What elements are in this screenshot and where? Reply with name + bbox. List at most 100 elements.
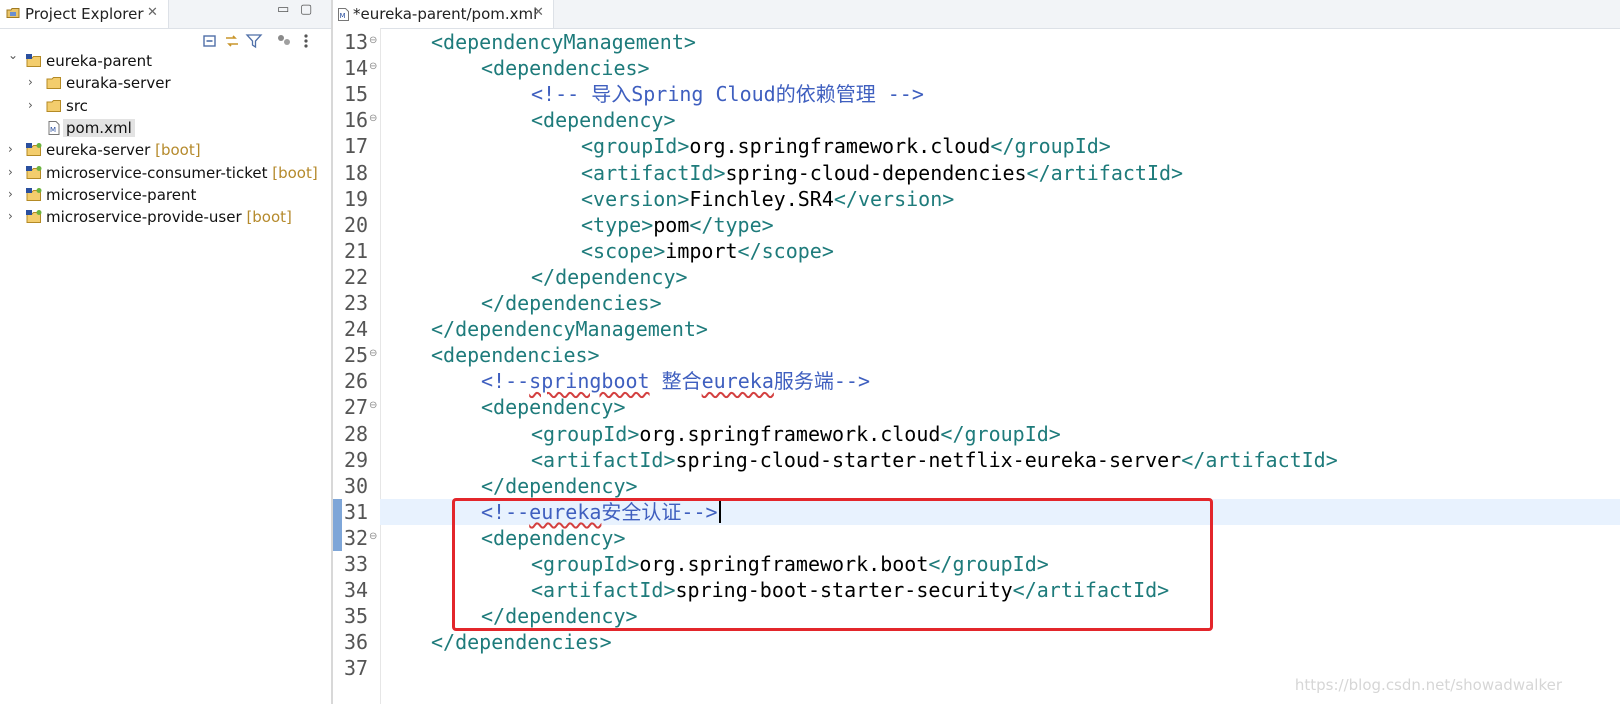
chevron-right-icon[interactable]: › xyxy=(8,165,13,179)
code-line[interactable]: </dependencyManagement> xyxy=(380,316,1620,342)
code-line-text: <dependencyManagement> xyxy=(431,29,696,55)
fold-toggle-icon[interactable]: ⊖ xyxy=(369,531,377,542)
fold-toggle-icon[interactable]: ⊖ xyxy=(369,113,377,124)
change-marker xyxy=(333,524,342,551)
chevron-right-icon[interactable]: › xyxy=(8,187,13,201)
code-line-text: <dependency> xyxy=(531,107,676,133)
folder-icon xyxy=(46,99,61,112)
xml-text: org.springframework.cloud xyxy=(689,134,991,159)
xml-tag: </dependency> xyxy=(531,264,688,289)
line-number-gutter[interactable]: 13 ⊖ 14 ⊖ 15 16 ⊖ 17 18 19 20 21 22 23 24 25 ⊖ 26 27 ⊖ 28 29 3… xyxy=(333,28,381,704)
fold-toggle-icon[interactable]: ⊖ xyxy=(369,35,377,46)
tree-item-name: pom.xml xyxy=(66,118,132,137)
code-line[interactable]: <!-- 导入Spring Cloud的依赖管理 --> xyxy=(380,81,1620,107)
code-line[interactable]: <type>pom</type> xyxy=(380,212,1620,238)
tree-item-label: microservice-parent xyxy=(46,186,196,204)
code-line[interactable]: <dependencies> xyxy=(380,55,1620,81)
code-line-text: <scope>import</scope> xyxy=(581,238,834,264)
xml-comment: 服务端--> xyxy=(773,369,871,394)
line-number: 34 xyxy=(344,578,369,603)
code-line[interactable]: <!--springboot 整合eureka服务端--> xyxy=(380,368,1620,394)
pom-xml-editor: M *eureka-parent/pom.xml ✕ 13 ⊖ 14 ⊖ 15 16 ⊖ 17… xyxy=(333,0,1620,704)
code-line-text: <groupId>org.springframework.boot</group… xyxy=(531,551,1049,577)
view-menu-icon[interactable] xyxy=(297,32,315,50)
tree-item[interactable]: Mpom.xml xyxy=(0,117,331,139)
code-line-text: <groupId>org.springframework.cloud</grou… xyxy=(531,421,1061,447)
folder-icon xyxy=(46,77,61,90)
chevron-right-icon[interactable]: › xyxy=(8,209,13,223)
code-line[interactable]: <groupId>org.springframework.cloud</grou… xyxy=(380,133,1620,159)
tree-item[interactable]: › microservice-provide-user [boot] xyxy=(0,206,331,228)
maximize-icon[interactable]: ▢ xyxy=(300,2,312,17)
code-line[interactable]: </dependency> xyxy=(380,473,1620,499)
tree-item-label: microservice-provide-user [boot] xyxy=(46,208,292,226)
minimize-icon[interactable]: ▭ xyxy=(277,2,289,17)
code-line[interactable]: <dependencyManagement> xyxy=(380,29,1620,55)
code-line-text: <dependency> xyxy=(481,525,626,551)
code-line-text: <version>Finchley.SR4</version> xyxy=(581,186,954,212)
xml-tag: <dependency> xyxy=(531,108,676,133)
code-line[interactable]: <groupId>org.springframework.cloud</grou… xyxy=(380,421,1620,447)
code-line[interactable]: </dependency> xyxy=(380,603,1620,629)
xml-text: import xyxy=(665,238,738,263)
code-line-text: <type>pom</type> xyxy=(581,212,774,238)
code-line[interactable]: <scope>import</scope> xyxy=(380,238,1620,264)
code-line-text: <!--eureka安全认证--> xyxy=(481,499,718,525)
xml-tag: <groupId> xyxy=(531,421,640,446)
watermark: https://blog.csdn.net/showadwalker xyxy=(1294,676,1562,694)
project-icon xyxy=(26,54,41,67)
xml-tag: <type> xyxy=(581,212,654,237)
tree-item[interactable]: › euraka-server xyxy=(0,72,331,94)
xml-tag: </groupId> xyxy=(928,552,1049,576)
filter-icon[interactable] xyxy=(245,32,263,50)
tree-item[interactable]: › eureka-server [boot] xyxy=(0,139,331,161)
code-line-text: <groupId>org.springframework.cloud</grou… xyxy=(581,133,1111,159)
collapse-all-icon[interactable] xyxy=(201,32,219,50)
code-line[interactable]: <groupId>org.springframework.boot</group… xyxy=(380,551,1620,577)
xml-file-icon: M xyxy=(338,8,349,21)
line-number: 18 xyxy=(344,160,369,185)
close-icon[interactable]: ✕ xyxy=(533,5,544,20)
tree-item-name: euraka-server xyxy=(66,74,171,93)
code-line[interactable]: <dependency> xyxy=(380,525,1620,551)
fold-toggle-icon[interactable]: ⊖ xyxy=(369,61,377,72)
code-line[interactable]: <dependencies> xyxy=(380,342,1620,368)
code-line[interactable]: </dependencies> xyxy=(380,629,1620,655)
group-icon[interactable] xyxy=(275,32,293,50)
tree-item[interactable]: ⌄ eureka-parent xyxy=(0,48,331,72)
boot-decoration: [boot] xyxy=(155,141,201,160)
tree-item[interactable]: › microservice-parent xyxy=(0,184,331,206)
tab-label: Project Explorer xyxy=(25,5,144,23)
editor-tab-bar: M *eureka-parent/pom.xml ✕ xyxy=(333,0,1620,29)
change-marker xyxy=(333,498,342,525)
code-line[interactable]: <!--eureka安全认证--> xyxy=(380,498,1620,525)
tree-item[interactable]: › microservice-consumer-ticket [boot] xyxy=(0,162,331,184)
tree-item[interactable]: › src xyxy=(0,95,331,117)
code-line[interactable]: <artifactId>spring-boot-starter-security… xyxy=(380,577,1620,603)
code-line[interactable]: <artifactId>spring-cloud-dependencies</a… xyxy=(380,160,1620,186)
code-line-text: <artifactId>spring-boot-starter-security… xyxy=(531,577,1169,603)
xml-tag: <groupId> xyxy=(531,552,640,576)
line-number: 28 xyxy=(344,421,369,446)
code-line[interactable]: </dependency> xyxy=(380,264,1620,290)
xml-comment: <!-- xyxy=(481,369,530,394)
xml-text: spring-cloud-starter-netflix-eureka-serv… xyxy=(675,447,1182,472)
chevron-right-icon[interactable]: › xyxy=(28,98,33,112)
fold-toggle-icon[interactable]: ⊖ xyxy=(369,400,377,411)
xml-text: spring-cloud-dependencies xyxy=(725,160,1027,185)
code-line[interactable]: </dependencies> xyxy=(380,290,1620,316)
fold-toggle-icon[interactable]: ⊖ xyxy=(369,348,377,359)
close-icon[interactable]: ✕ xyxy=(147,5,158,20)
code-line[interactable]: <artifactId>spring-cloud-starter-netflix… xyxy=(380,447,1620,473)
code-line[interactable]: <dependency> xyxy=(380,394,1620,420)
tab-pom-xml[interactable]: M *eureka-parent/pom.xml ✕ xyxy=(333,0,554,28)
link-with-editor-icon[interactable] xyxy=(223,32,241,50)
chevron-right-icon[interactable]: › xyxy=(28,75,33,89)
code-line[interactable]: <dependency> xyxy=(380,107,1620,133)
code-area[interactable]: <dependencyManagement> <dependencies> <!--… xyxy=(380,28,1620,704)
line-number: 20 xyxy=(344,212,369,237)
chevron-right-icon[interactable]: › xyxy=(8,142,13,156)
chevron-down-icon[interactable]: ⌄ xyxy=(8,48,18,62)
code-line[interactable]: <version>Finchley.SR4</version> xyxy=(380,186,1620,212)
tab-project-explorer[interactable]: Project Explorer ✕ xyxy=(0,0,169,28)
